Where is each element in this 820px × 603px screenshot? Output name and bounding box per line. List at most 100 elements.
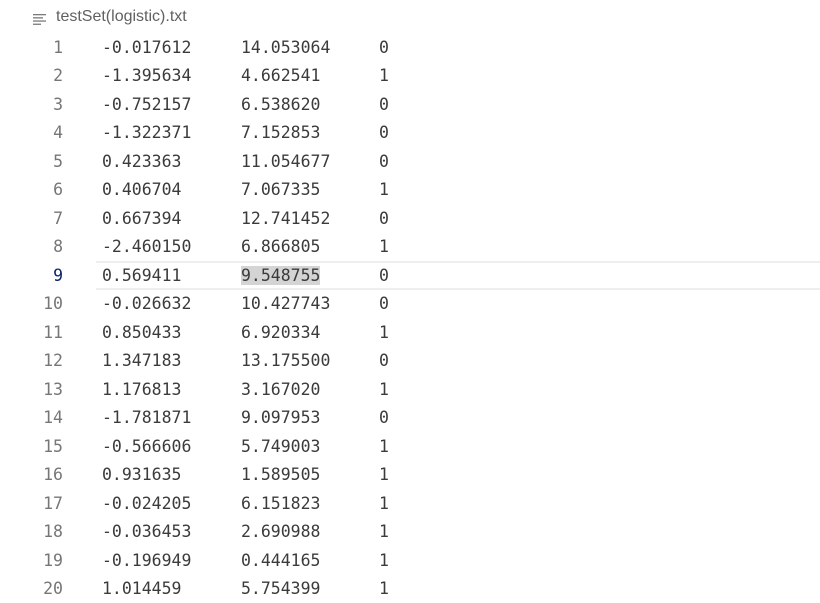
value-col-2: 13.175500: [241, 351, 331, 371]
line-text[interactable]: -1.781871 9.097953 0: [102, 404, 389, 433]
line-number: 7: [53, 208, 63, 228]
value-col-1: -0.024205: [102, 493, 192, 513]
line-text[interactable]: -1.322371 7.152853 0: [102, 119, 389, 148]
line-text[interactable]: 0.931635 1.589505 1: [102, 461, 389, 490]
value-col-2: 2.690988: [241, 522, 321, 542]
value-col-3: 0: [379, 94, 389, 114]
value-col-1: 1.014459: [102, 579, 182, 599]
line-number: 5: [53, 151, 63, 171]
code-line[interactable]: 16 0.931635 1.589505 1: [0, 461, 820, 490]
value-col-1: 0.423363: [102, 151, 182, 171]
value-col-2: 4.662541: [241, 66, 321, 86]
line-text[interactable]: -0.036453 2.690988 1: [102, 518, 389, 547]
line-number: 8: [53, 237, 63, 257]
value-col-1: 1.176813: [102, 379, 182, 399]
code-line[interactable]: 3 -0.752157 6.538620 0: [0, 90, 820, 119]
code-line[interactable]: 17 -0.024205 6.151823 1: [0, 489, 820, 518]
code-line[interactable]: 15 -0.566606 5.749003 1: [0, 432, 820, 461]
value-col-1: -0.026632: [102, 294, 192, 314]
code-line[interactable]: 13 1.176813 3.167020 1: [0, 375, 820, 404]
value-col-3: 1: [379, 180, 389, 200]
value-col-2: 0.444165: [241, 550, 321, 570]
code-line[interactable]: 7 0.667394 12.741452 0: [0, 204, 820, 233]
breadcrumb-filename[interactable]: testSet(logistic).txt: [56, 8, 187, 26]
value-col-1: 0.850433: [102, 322, 182, 342]
code-line[interactable]: 10 -0.026632 10.427743 0: [0, 290, 820, 319]
value-col-2: 9.097953: [241, 408, 321, 428]
line-number: 14: [43, 408, 63, 428]
code-line[interactable]: 6 0.406704 7.067335 1: [0, 176, 820, 205]
line-text[interactable]: -2.460150 6.866805 1: [102, 233, 389, 262]
line-number: 15: [43, 436, 63, 456]
code-line[interactable]: 9 0.569411 9.548755 0: [0, 261, 820, 290]
value-col-3: 0: [379, 265, 389, 285]
editor-content[interactable]: 1 -0.017612 14.053064 0 2 -1.395634 4.662541 1 3…: [0, 33, 820, 603]
breadcrumb[interactable]: testSet(logistic).txt: [33, 6, 187, 28]
line-text[interactable]: -0.752157 6.538620 0: [102, 90, 389, 119]
code-line[interactable]: 18 -0.036453 2.690988 1: [0, 518, 820, 547]
value-col-3: 1: [379, 66, 389, 86]
line-text[interactable]: 0.667394 12.741452 0: [102, 204, 389, 233]
line-number: 19: [43, 550, 63, 570]
value-col-1: 0.406704: [102, 180, 182, 200]
code-line[interactable]: 4 -1.322371 7.152853 0: [0, 119, 820, 148]
line-number: 9: [53, 265, 63, 285]
line-number: 10: [43, 294, 63, 314]
line-number: 13: [43, 379, 63, 399]
value-col-3: 1: [379, 493, 389, 513]
code-line[interactable]: 12 1.347183 13.175500 0: [0, 347, 820, 376]
code-line[interactable]: 5 0.423363 11.054677 0: [0, 147, 820, 176]
value-col-3: 0: [379, 37, 389, 57]
value-col-2: 7.152853: [241, 123, 321, 143]
line-number: 11: [43, 322, 63, 342]
value-col-3: 0: [379, 123, 389, 143]
value-col-1: -0.036453: [102, 522, 192, 542]
value-col-1: -0.752157: [102, 94, 192, 114]
value-col-2: 6.538620: [241, 94, 321, 114]
code-line[interactable]: 11 0.850433 6.920334 1: [0, 318, 820, 347]
selected-text: 9.548755: [241, 265, 321, 285]
line-number: 1: [53, 37, 63, 57]
code-line[interactable]: 8 -2.460150 6.866805 1: [0, 233, 820, 262]
code-line[interactable]: 19 -0.196949 0.444165 1: [0, 546, 820, 575]
line-number: 17: [43, 493, 63, 513]
value-col-3: 0: [379, 208, 389, 228]
value-col-1: 0.931635: [102, 465, 182, 485]
line-text[interactable]: 1.014459 5.754399 1: [102, 575, 389, 603]
line-text[interactable]: -1.395634 4.662541 1: [102, 62, 389, 91]
value-col-1: -1.781871: [102, 408, 192, 428]
line-text[interactable]: 0.569411 9.548755 0: [102, 261, 389, 290]
value-col-3: 0: [379, 351, 389, 371]
value-col-2: 11.054677: [241, 151, 331, 171]
value-col-2: 5.749003: [241, 436, 321, 456]
value-col-3: 1: [379, 579, 389, 599]
value-col-2: 14.053064: [241, 37, 331, 57]
line-text[interactable]: -0.566606 5.749003 1: [102, 432, 389, 461]
line-text[interactable]: -0.196949 0.444165 1: [102, 546, 389, 575]
line-number: 12: [43, 351, 63, 371]
code-line[interactable]: 20 1.014459 5.754399 1: [0, 575, 820, 603]
value-col-1: 1.347183: [102, 351, 182, 371]
line-text[interactable]: 0.850433 6.920334 1: [102, 318, 389, 347]
line-text[interactable]: -0.017612 14.053064 0: [102, 33, 389, 62]
value-col-3: 1: [379, 322, 389, 342]
value-col-2: 10.427743: [241, 294, 331, 314]
value-col-3: 1: [379, 237, 389, 257]
value-col-2: 5.754399: [241, 579, 321, 599]
line-text[interactable]: -0.024205 6.151823 1: [102, 489, 389, 518]
line-text[interactable]: -0.026632 10.427743 0: [102, 290, 389, 319]
code-line[interactable]: 2 -1.395634 4.662541 1: [0, 62, 820, 91]
text-lines-icon: [33, 12, 46, 25]
value-col-3: 1: [379, 436, 389, 456]
value-col-3: 1: [379, 550, 389, 570]
value-col-1: -1.395634: [102, 66, 192, 86]
line-text[interactable]: 1.347183 13.175500 0: [102, 347, 389, 376]
code-line[interactable]: 1 -0.017612 14.053064 0: [0, 33, 820, 62]
line-text[interactable]: 0.406704 7.067335 1: [102, 176, 389, 205]
code-line[interactable]: 14 -1.781871 9.097953 0: [0, 404, 820, 433]
value-col-2: 6.920334: [241, 322, 321, 342]
value-col-3: 0: [379, 408, 389, 428]
line-text[interactable]: 1.176813 3.167020 1: [102, 375, 389, 404]
line-text[interactable]: 0.423363 11.054677 0: [102, 147, 389, 176]
line-number: 2: [53, 66, 63, 86]
